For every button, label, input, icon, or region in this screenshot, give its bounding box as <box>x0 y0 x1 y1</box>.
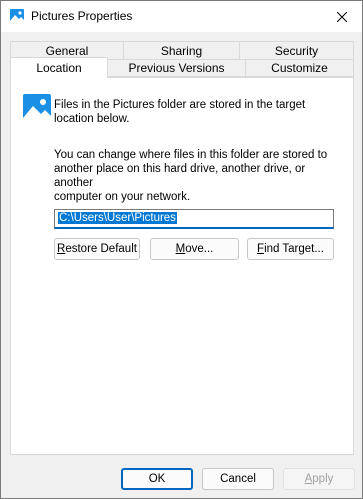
properties-dialog: Pictures Properties General Sharing Secu… <box>0 0 363 499</box>
tab-label: Customize <box>271 61 328 75</box>
restore-default-button[interactable]: Restore Default <box>54 238 140 260</box>
button-label: estore Default <box>65 243 137 255</box>
move-button[interactable]: Move... <box>150 238 239 260</box>
desc-line: computer on your network. <box>54 191 191 203</box>
tab-strip: General Sharing Security Location Previo… <box>10 41 354 78</box>
button-label: ind Target... <box>264 243 324 255</box>
tab-customize[interactable]: Customize <box>245 59 354 77</box>
title-bar: Pictures Properties <box>1 1 362 32</box>
location-info-text: Files in the Pictures folder are stored … <box>54 98 344 126</box>
info-line: location below. <box>54 113 130 125</box>
close-icon <box>337 11 347 22</box>
location-path-input[interactable]: C:\Users\User\Pictures <box>54 209 334 229</box>
tab-security[interactable]: Security <box>239 41 354 59</box>
cancel-button[interactable]: Cancel <box>202 468 274 490</box>
apply-button[interactable]: Apply <box>283 468 355 490</box>
find-target-button[interactable]: Find Target... <box>247 238 334 260</box>
dialog-footer: OK Cancel Apply <box>1 464 362 498</box>
tab-label: Security <box>274 43 319 58</box>
mnemonic: M <box>175 243 186 255</box>
ok-button[interactable]: OK <box>121 468 193 490</box>
tab-label: Sharing <box>160 43 203 58</box>
button-label: Cancel <box>220 473 256 485</box>
close-button[interactable] <box>322 1 362 32</box>
info-line: Files in the Pictures folder are stored … <box>54 99 306 111</box>
button-label: OK <box>148 473 166 485</box>
desc-line: You can change where files in this folde… <box>54 149 328 161</box>
tab-previous-versions[interactable]: Previous Versions <box>107 59 246 77</box>
button-label: ove... <box>185 243 214 255</box>
button-label: pply <box>312 473 334 485</box>
location-description: You can change where files in this folde… <box>54 148 344 204</box>
tab-label: Previous Versions <box>128 61 225 75</box>
tab-label: Location <box>36 61 82 75</box>
pictures-folder-icon <box>10 9 24 23</box>
tab-sharing[interactable]: Sharing <box>123 41 240 59</box>
mnemonic: A <box>304 473 313 485</box>
tab-label: General <box>45 43 89 58</box>
path-text: C:\Users\User\Pictures <box>58 212 177 224</box>
window-title: Pictures Properties <box>31 9 133 23</box>
mnemonic: R <box>57 243 66 255</box>
desc-line: another place on this hard drive, anothe… <box>54 163 306 189</box>
location-panel: Files in the Pictures folder are stored … <box>10 77 354 455</box>
pictures-icon <box>23 94 51 122</box>
mnemonic: F <box>257 243 265 255</box>
tab-location[interactable]: Location <box>10 57 108 78</box>
